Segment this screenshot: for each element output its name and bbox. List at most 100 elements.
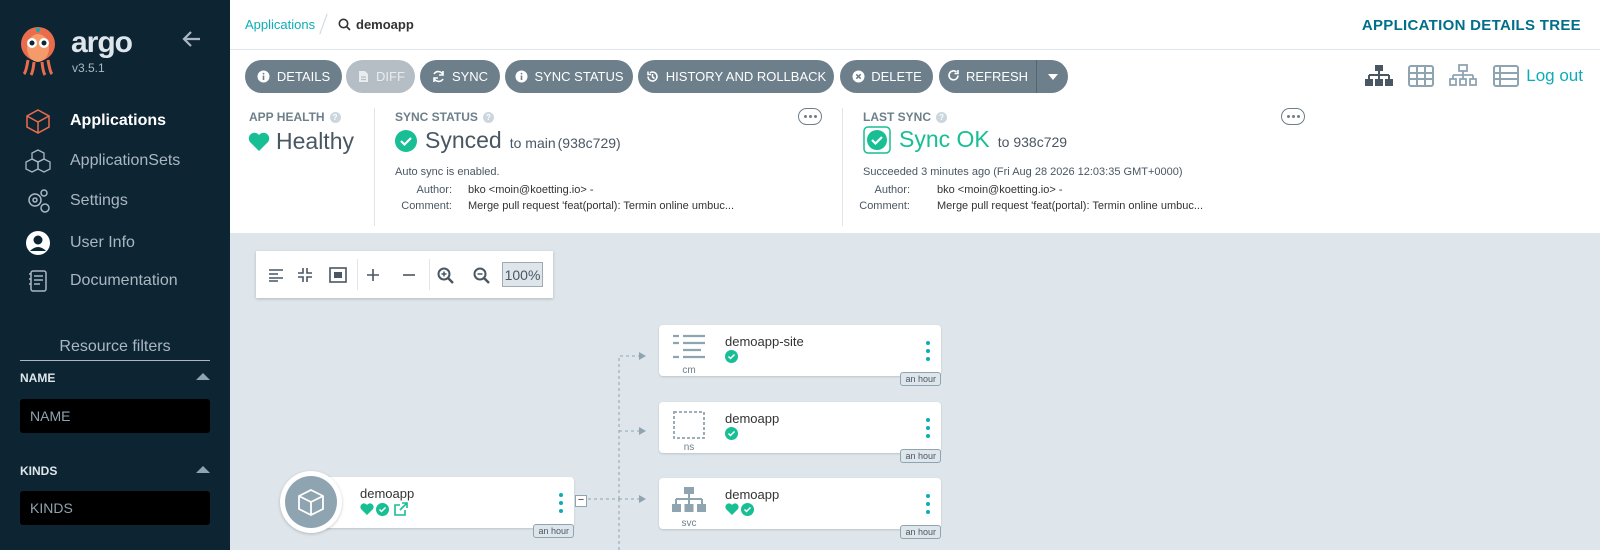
name-filter-input[interactable] — [20, 399, 210, 433]
argo-logo-icon — [21, 27, 55, 76]
kinds-filter-caret-icon[interactable] — [196, 466, 210, 473]
list-view-icon[interactable] — [1492, 64, 1520, 88]
node-name: demoapp — [725, 487, 780, 502]
last-sync-value: Sync OK to 938c729 — [863, 126, 1067, 154]
app-health-value: Healthy — [248, 128, 354, 155]
check-circle-icon — [376, 502, 389, 516]
last-sync-author: bko <moin@koetting.io> - — [937, 184, 1063, 196]
node-age-badge: an hour — [900, 372, 941, 386]
sync-label: SYNC — [451, 69, 489, 84]
brand-name: argo — [71, 26, 133, 59]
kinds-filter-label: KINDS — [20, 464, 58, 478]
heart-icon — [248, 132, 270, 151]
details-button[interactable]: DETAILS — [245, 60, 342, 93]
resource-node-namespace[interactable]: ns demoapp an hour — [659, 402, 941, 463]
sync-status-more-button[interactable] — [798, 108, 822, 125]
refresh-icon — [947, 69, 960, 85]
node-menu-icon[interactable] — [925, 341, 931, 361]
node-status — [725, 350, 738, 363]
search-value: demoapp — [356, 17, 414, 32]
nav-label: Documentation — [70, 272, 178, 289]
breadcrumb-search[interactable]: demoapp — [338, 17, 414, 32]
refresh-button-group: REFRESH — [939, 60, 1068, 93]
resource-node-configmap[interactable]: cm demoapp-site an hour — [659, 325, 941, 386]
application-card: demoapp an hour — [320, 477, 574, 538]
logout-link[interactable]: Log out — [1526, 66, 1583, 86]
top-bar: Applications demoapp APPLICATION DETAILS… — [230, 0, 1600, 50]
nav-label: Applications — [70, 112, 167, 129]
help-icon[interactable]: ? — [329, 111, 341, 123]
history-and-rollback-button[interactable]: HISTORY AND ROLLBACK — [638, 60, 834, 93]
external-link-icon[interactable] — [394, 502, 408, 516]
configmap-icon — [673, 334, 705, 359]
collapse-sidebar-arrow-icon[interactable] — [180, 28, 202, 50]
node-menu-icon[interactable] — [925, 494, 931, 514]
caret-down-icon — [1047, 73, 1058, 80]
tree-view-icon[interactable] — [1365, 64, 1393, 88]
name-filter-label: NAME — [20, 371, 56, 385]
author-key: Author: — [874, 184, 910, 196]
history-label: HISTORY AND ROLLBACK — [665, 69, 827, 84]
version-label: v3.5.1 — [72, 61, 105, 75]
refresh-button[interactable]: REFRESH — [939, 60, 1037, 93]
nav-label: ApplicationSets — [70, 152, 181, 169]
node-name: demoapp — [725, 411, 780, 426]
diff-button[interactable]: DIFF — [346, 60, 415, 93]
resource-tree-canvas[interactable]: 100% cm demoapp-site an hour ns demoapp — [230, 234, 1600, 550]
node-menu-icon[interactable] — [925, 418, 931, 438]
sync-comment: Merge pull request 'feat(portal): Termin… — [468, 200, 735, 212]
nav-applicationsets[interactable]: ApplicationSets — [0, 143, 230, 179]
comment-key: Comment: — [401, 200, 452, 212]
check-square-icon — [863, 126, 891, 154]
last-sync-revision[interactable]: to 938c729 — [998, 134, 1067, 150]
sync-status-label: SYNC STATUS — [534, 69, 624, 84]
comment-key: Comment: — [859, 200, 910, 212]
help-icon[interactable]: ? — [936, 111, 948, 123]
heart-icon — [360, 502, 374, 515]
breadcrumb-applications-link[interactable]: Applications — [245, 17, 315, 32]
heart-icon — [725, 503, 739, 515]
resource-node-service[interactable]: svc demoapp an hour — [659, 478, 941, 539]
times-circle-icon — [851, 70, 865, 84]
sync-revision-link[interactable]: (938c729) — [558, 135, 621, 151]
nav-applications[interactable]: Applications — [0, 103, 230, 139]
app-node-name: demoapp — [360, 486, 415, 501]
delete-label: DELETE — [871, 69, 922, 84]
node-status — [725, 503, 754, 516]
nav-documentation[interactable]: Documentation — [0, 263, 230, 299]
gears-icon — [25, 188, 51, 214]
refresh-dropdown-button[interactable] — [1037, 60, 1068, 93]
history-icon — [646, 70, 660, 84]
app-node-age-badge: an hour — [533, 524, 574, 538]
nav-settings[interactable]: Settings — [0, 183, 230, 219]
resource-filters-title: Resource filters — [20, 338, 210, 361]
name-filter-caret-icon[interactable] — [196, 373, 210, 380]
kinds-filter-input[interactable] — [20, 491, 210, 525]
sync-status-label-text: SYNC STATUS — [395, 110, 478, 124]
sidebar: argo v3.5.1 Applications ApplicationSets… — [0, 0, 230, 550]
book-icon — [25, 268, 51, 294]
last-sync-label: LAST SYNC ? — [863, 110, 948, 124]
details-label: DETAILS — [276, 69, 331, 84]
sync-button[interactable]: SYNC — [420, 60, 500, 93]
page-title: APPLICATION DETAILS TREE — [1361, 17, 1581, 34]
app-node-menu-icon[interactable] — [558, 493, 564, 513]
collapse-children-button[interactable]: − — [575, 495, 587, 507]
network-view-icon[interactable] — [1449, 64, 1477, 88]
sync-status-button[interactable]: SYNC STATUS — [505, 60, 633, 93]
synced-text: Synced — [425, 127, 502, 153]
nav-label: User Info — [70, 234, 135, 251]
divider — [374, 108, 375, 226]
help-icon[interactable]: ? — [482, 111, 494, 123]
delete-button[interactable]: DELETE — [840, 60, 933, 93]
last-sync-comment: Merge pull request 'feat(portal): Termin… — [937, 200, 1204, 212]
nav-user-info[interactable]: User Info — [0, 225, 230, 261]
application-root-node[interactable]: demoapp an hour — [280, 471, 574, 538]
last-sync-more-button[interactable] — [1281, 108, 1305, 125]
node-age-badge: an hour — [900, 449, 941, 463]
pods-grid-view-icon[interactable] — [1407, 64, 1435, 88]
app-health-label: APP HEALTH ? — [249, 110, 341, 124]
app-health-label-text: APP HEALTH — [249, 110, 325, 124]
node-status — [725, 427, 738, 440]
cube-outline-icon — [25, 108, 51, 134]
